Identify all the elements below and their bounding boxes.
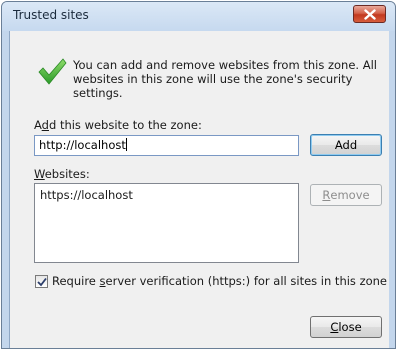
intro-text: You can add and remove websites from thi… <box>73 58 377 100</box>
title-bar[interactable]: Trusted sites <box>2 2 395 31</box>
remove-button-accel: R <box>322 188 331 202</box>
trusted-sites-dialog: Trusted sites You can add and remove web… <box>1 1 396 349</box>
close-button-suffix: lose <box>338 320 362 334</box>
dialog-title: Trusted sites <box>13 8 89 22</box>
require-https-label[interactable]: Require server verification (https:) for… <box>52 274 387 288</box>
list-item[interactable]: https://localhost <box>40 188 293 202</box>
add-label-accel: d <box>41 118 49 132</box>
remove-button-suffix: emove <box>330 188 370 202</box>
add-button-label: Add <box>334 138 358 152</box>
checkmark-icon <box>36 277 47 286</box>
require-label-suffix: erver verification (https:) for all site… <box>105 274 388 288</box>
add-label-suffix: d this website to the zone: <box>48 118 202 132</box>
green-checkmark-icon <box>38 58 67 85</box>
dialog-body: You can add and remove websites from thi… <box>9 31 389 348</box>
website-input-value: http://localhost <box>39 138 126 152</box>
add-button[interactable]: Add <box>310 134 382 156</box>
websites-label-suffix: ebsites: <box>44 167 90 181</box>
close-x-icon <box>363 8 376 20</box>
close-window-button[interactable] <box>353 5 386 23</box>
add-label-prefix: A <box>34 118 42 132</box>
require-https-checkbox[interactable] <box>35 275 48 288</box>
websites-list[interactable]: https://localhost <box>34 183 299 263</box>
remove-button[interactable]: Remove <box>310 184 382 206</box>
add-website-label: Add this website to the zone: <box>34 118 202 132</box>
website-input[interactable]: http://localhost <box>34 135 299 156</box>
text-caret <box>125 138 127 151</box>
close-button[interactable]: Close <box>310 316 382 338</box>
websites-label-accel: W <box>34 167 45 181</box>
close-button-accel: C <box>330 320 339 334</box>
websites-label: Websites: <box>34 167 90 181</box>
require-label-prefix: Require <box>52 274 100 288</box>
